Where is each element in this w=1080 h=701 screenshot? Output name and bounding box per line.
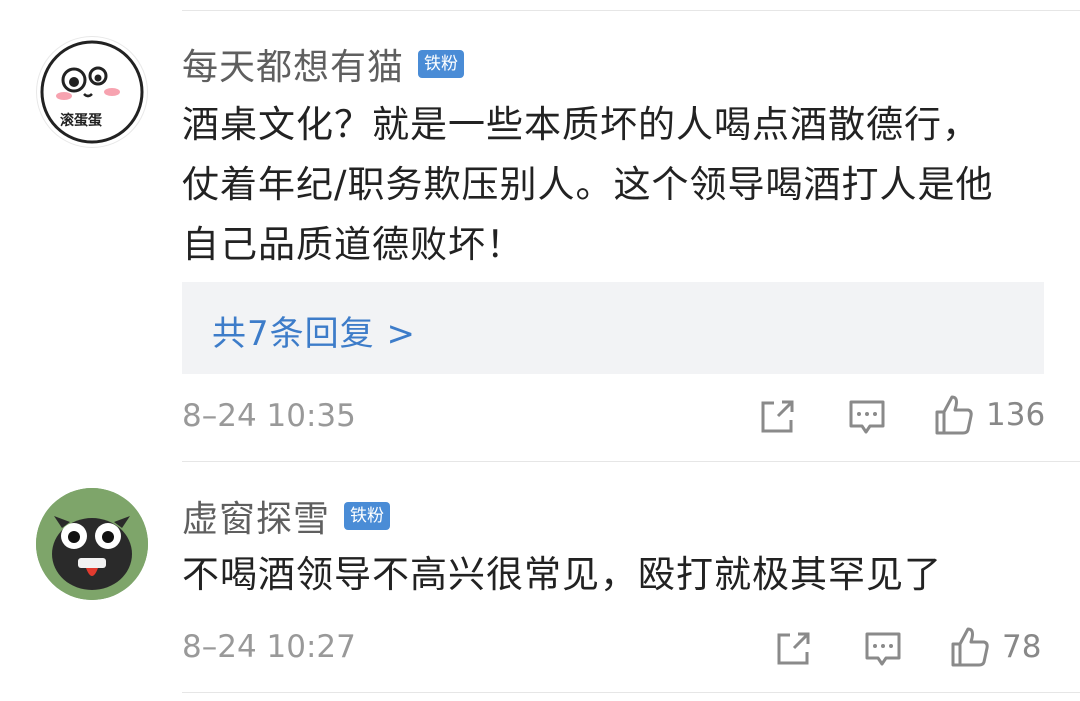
toy-figure-icon	[36, 488, 148, 600]
reply-button[interactable]	[848, 398, 886, 436]
share-icon	[761, 400, 794, 433]
reply-button[interactable]	[864, 630, 902, 668]
fan-badge: 铁粉	[344, 502, 391, 530]
comment-divider	[182, 461, 1080, 462]
reply-icon	[865, 632, 901, 666]
username[interactable]: 虚窗探雪	[182, 490, 330, 542]
avatar-caption: 滚蛋蛋	[60, 113, 102, 129]
like-icon	[935, 395, 973, 435]
share-button[interactable]	[774, 630, 812, 668]
share-button[interactable]	[758, 398, 796, 436]
timestamp: 8–24 10:35	[182, 398, 356, 434]
view-replies-link[interactable]: 共7条回复 >	[212, 306, 416, 355]
fan-badge: 铁粉	[418, 50, 465, 78]
top-divider	[182, 10, 1080, 11]
share-icon	[777, 632, 810, 665]
username-row: 虚窗探雪 铁粉	[182, 490, 391, 542]
username-row: 每天都想有猫 铁粉	[182, 38, 465, 90]
comment-text: 酒桌文化？就是一些本质坏的人喝点酒散德行， 仗着年纪/职务欺压别人。这个领导喝酒…	[182, 95, 1042, 275]
comment-line: 仗着年纪/职务欺压别人。这个领导喝酒打人是他	[182, 163, 994, 206]
replies-box[interactable]: 共7条回复 >	[182, 282, 1044, 374]
avatar[interactable]	[36, 488, 148, 600]
like-count: 78	[1002, 629, 1042, 665]
comment-line: 不喝酒领导不高兴很常见，殴打就极其罕见了	[182, 553, 942, 596]
username[interactable]: 每天都想有猫	[182, 38, 404, 90]
bottom-divider	[182, 692, 1080, 693]
comment-text: 不喝酒领导不高兴很常见，殴打就极其罕见了	[182, 545, 1042, 605]
cartoon-face-icon	[40, 40, 144, 144]
timestamp: 8–24 10:27	[182, 629, 356, 665]
like-icon	[951, 627, 989, 667]
like-button[interactable]: 78	[950, 626, 1041, 668]
like-button[interactable]: 136	[934, 394, 1045, 436]
comment-line: 酒桌文化？就是一些本质坏的人喝点酒散德行，	[182, 103, 980, 146]
like-count: 136	[986, 397, 1046, 433]
reply-icon	[849, 400, 885, 434]
comment-line: 自己品质道德败坏！	[182, 223, 524, 266]
avatar[interactable]: 滚蛋蛋	[36, 36, 148, 148]
